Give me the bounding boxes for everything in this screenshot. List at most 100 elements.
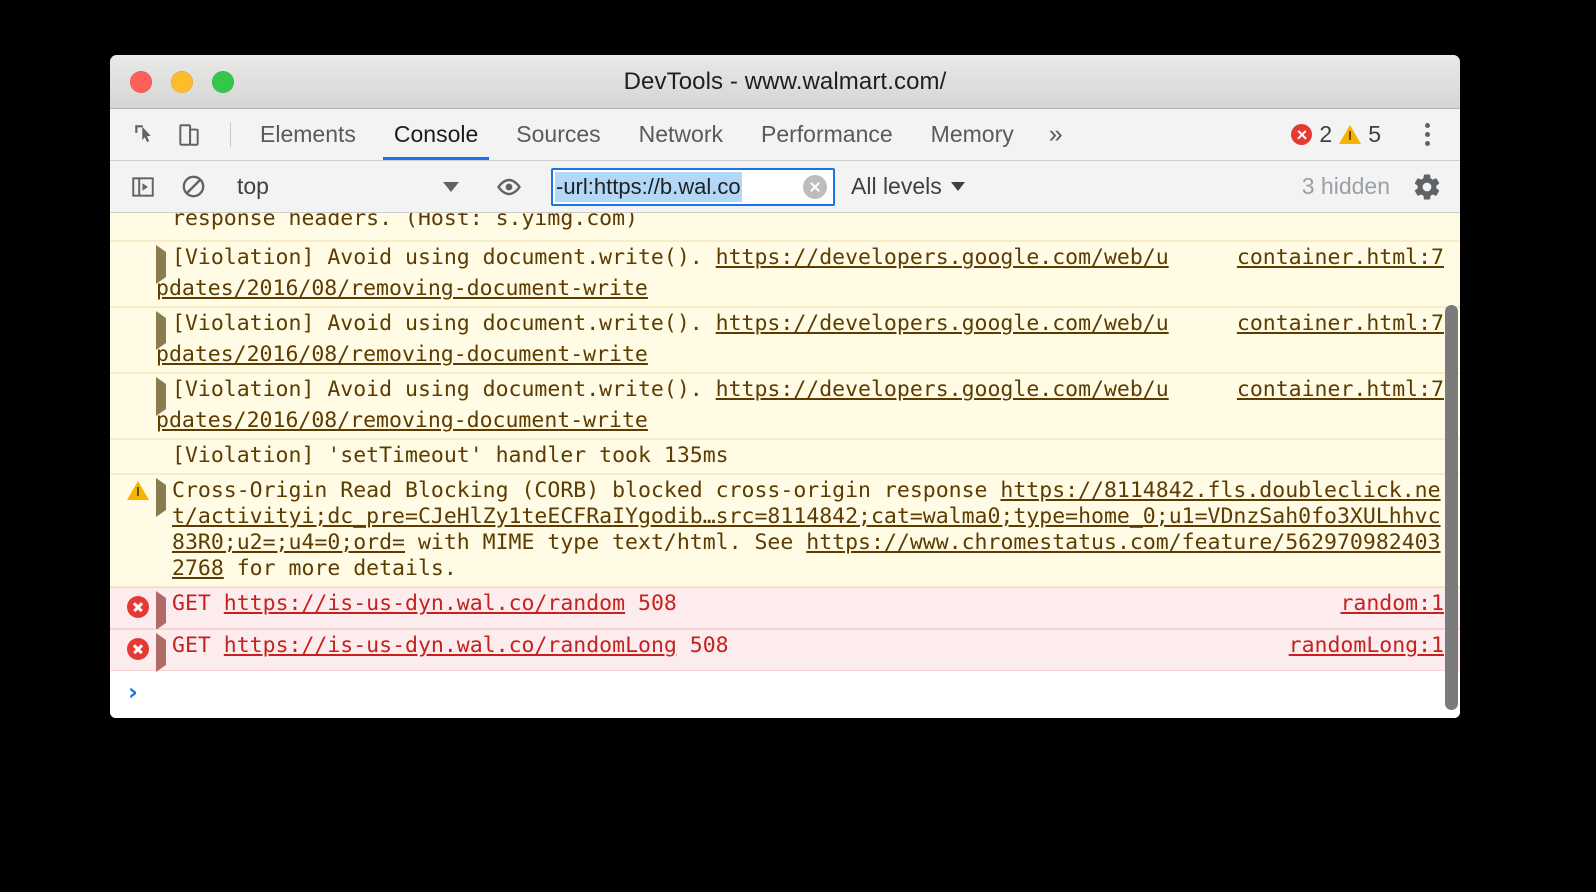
console-sidebar-toggle-icon[interactable] (124, 168, 162, 206)
devtools-window: DevTools - www.walmart.com/ Elements Con… (110, 55, 1460, 718)
window-titlebar: DevTools - www.walmart.com/ (110, 55, 1460, 109)
request-method: GET (172, 633, 211, 658)
message-prefix: [Violation] Avoid using document.write()… (172, 245, 716, 270)
corb-part2: with MIME type text/html. See (405, 530, 807, 555)
console-toolbar-right: 3 hidden (1265, 168, 1446, 206)
message-expand-arrow[interactable] (156, 478, 172, 517)
console-message-plain[interactable]: [Violation] 'setTimeout' handler took 13… (110, 439, 1460, 474)
request-method: GET (172, 591, 211, 616)
message-source-link[interactable]: random:1 (1340, 591, 1444, 617)
message-link[interactable]: https://developers.google.com/web/u (716, 311, 1169, 336)
prompt-chevron-icon: › (128, 678, 138, 706)
gear-icon[interactable] (1408, 168, 1446, 206)
tab-label: Memory (930, 121, 1014, 147)
close-button[interactable] (130, 70, 152, 93)
window-controls (130, 70, 234, 93)
console-scrollbar[interactable] (1444, 213, 1460, 718)
tab-performance[interactable]: Performance (742, 109, 912, 160)
message-text: GET https://is-us-dyn.wal.co/random 508 (172, 591, 1448, 617)
window-title: DevTools - www.walmart.com/ (623, 67, 947, 95)
corb-part3: for more details. (223, 556, 457, 581)
message-prefix: [Violation] Avoid using document.write()… (172, 311, 716, 336)
tabbar-tool-icons (126, 109, 220, 160)
tabbar-right-controls: 2 5 (1284, 109, 1444, 160)
tab-overflow-button[interactable]: » (1033, 109, 1079, 160)
kebab-menu-icon[interactable] (1409, 123, 1444, 146)
tab-label: Sources (516, 121, 601, 147)
maximize-button[interactable] (212, 70, 234, 93)
console-message-network-error[interactable]: GET https://is-us-dyn.wal.co/randomLong … (110, 629, 1460, 672)
live-expression-eye-icon[interactable] (490, 168, 528, 206)
message-gutter (120, 633, 156, 660)
request-url-link[interactable]: https://is-us-dyn.wal.co/random (224, 591, 625, 616)
hidden-messages-count[interactable]: 3 hidden (1286, 173, 1408, 200)
message-link-wrap[interactable]: pdates/2016/08/removing-document-write (156, 342, 648, 367)
console-toolbar: top -url:https://b.wal.co All levels 3 h… (110, 161, 1460, 213)
message-gutter (120, 377, 156, 380)
message-prefix: [Violation] Avoid using document.write()… (172, 377, 716, 402)
clear-console-icon[interactable] (174, 168, 212, 206)
message-gutter (120, 443, 156, 446)
message-gutter (120, 311, 156, 314)
warning-count: 5 (1368, 121, 1381, 147)
error-circle-icon (127, 638, 149, 660)
console-message-violation[interactable]: [Violation] Avoid using document.write()… (110, 241, 1460, 307)
minimize-button[interactable] (171, 70, 193, 93)
error-count: 2 (1319, 121, 1333, 147)
console-message-network-error[interactable]: GET https://is-us-dyn.wal.co/random 508 … (110, 587, 1460, 630)
console-message-violation[interactable]: [Violation] Avoid using document.write()… (110, 307, 1460, 373)
console-filter-input[interactable]: -url:https://b.wal.co (551, 167, 835, 206)
message-gutter (120, 478, 156, 500)
tabbar-divider (230, 122, 231, 147)
message-source-link[interactable]: container.html:7 (1237, 311, 1444, 337)
message-source-link[interactable]: container.html:7 (1237, 377, 1444, 403)
tab-sources[interactable]: Sources (497, 109, 619, 160)
console-message-corb[interactable]: Cross-Origin Read Blocking (CORB) blocke… (110, 474, 1460, 587)
tab-memory[interactable]: Memory (912, 109, 1033, 160)
console-message-violation[interactable]: [Violation] Avoid using document.write()… (110, 373, 1460, 439)
warning-triangle-icon (127, 481, 149, 500)
message-text: GET https://is-us-dyn.wal.co/randomLong … (172, 633, 1448, 659)
devtools-tabs: Elements Console Sources Network Perform… (241, 109, 1079, 160)
message-expand-arrow[interactable] (156, 591, 172, 630)
inspect-element-icon[interactable] (126, 116, 164, 154)
response-status: 508 (689, 633, 729, 658)
message-source-link[interactable]: container.html:7 (1237, 245, 1444, 271)
message-expand-arrow[interactable] (156, 311, 172, 350)
request-url-link[interactable]: https://is-us-dyn.wal.co/randomLong (224, 633, 677, 658)
tab-label: Console (393, 121, 479, 147)
chevron-down-icon (443, 181, 459, 192)
message-text: response headers. (Host: s.yimg.com) (172, 213, 638, 231)
log-level-selector[interactable]: All levels (851, 173, 965, 200)
message-expand-arrow[interactable] (156, 245, 172, 284)
clear-filter-icon[interactable] (803, 174, 827, 199)
tab-elements[interactable]: Elements (241, 109, 375, 160)
message-link[interactable]: https://developers.google.com/web/u (716, 377, 1169, 402)
message-link[interactable]: https://developers.google.com/web/u (716, 245, 1169, 270)
message-gutter (120, 245, 156, 248)
response-status: 508 (638, 591, 677, 616)
log-level-label: All levels (851, 173, 942, 199)
console-scrollbar-thumb[interactable] (1445, 305, 1458, 710)
message-disclosure-spacer (156, 213, 172, 220)
message-expand-arrow[interactable] (156, 633, 172, 672)
warning-triangle-icon (1339, 125, 1362, 144)
message-source-link[interactable]: randomLong:1 (1289, 633, 1444, 659)
filter-input-value: -url:https://b.wal.co (555, 171, 742, 202)
message-expand-arrow[interactable] (156, 377, 172, 416)
chevron-down-icon (950, 182, 965, 191)
message-text: [Violation] 'setTimeout' handler took 13… (172, 443, 729, 468)
execution-context-label: top (237, 173, 269, 199)
message-gutter (120, 591, 156, 618)
message-link-wrap[interactable]: pdates/2016/08/removing-document-write (156, 276, 648, 301)
execution-context-selector[interactable]: top (233, 173, 469, 200)
console-message-list[interactable]: response headers. (Host: s.yimg.com) [Vi… (110, 213, 1460, 718)
issue-counters[interactable]: 2 5 (1284, 121, 1388, 148)
console-message-clipped[interactable]: response headers. (Host: s.yimg.com) (110, 213, 1460, 241)
message-link-wrap[interactable]: pdates/2016/08/removing-document-write (156, 408, 648, 433)
console-prompt[interactable]: › (110, 671, 1460, 705)
tab-console[interactable]: Console (375, 109, 497, 160)
devtools-tabbar: Elements Console Sources Network Perform… (110, 109, 1460, 161)
tab-network[interactable]: Network (620, 109, 742, 160)
device-toolbar-icon[interactable] (170, 116, 208, 154)
